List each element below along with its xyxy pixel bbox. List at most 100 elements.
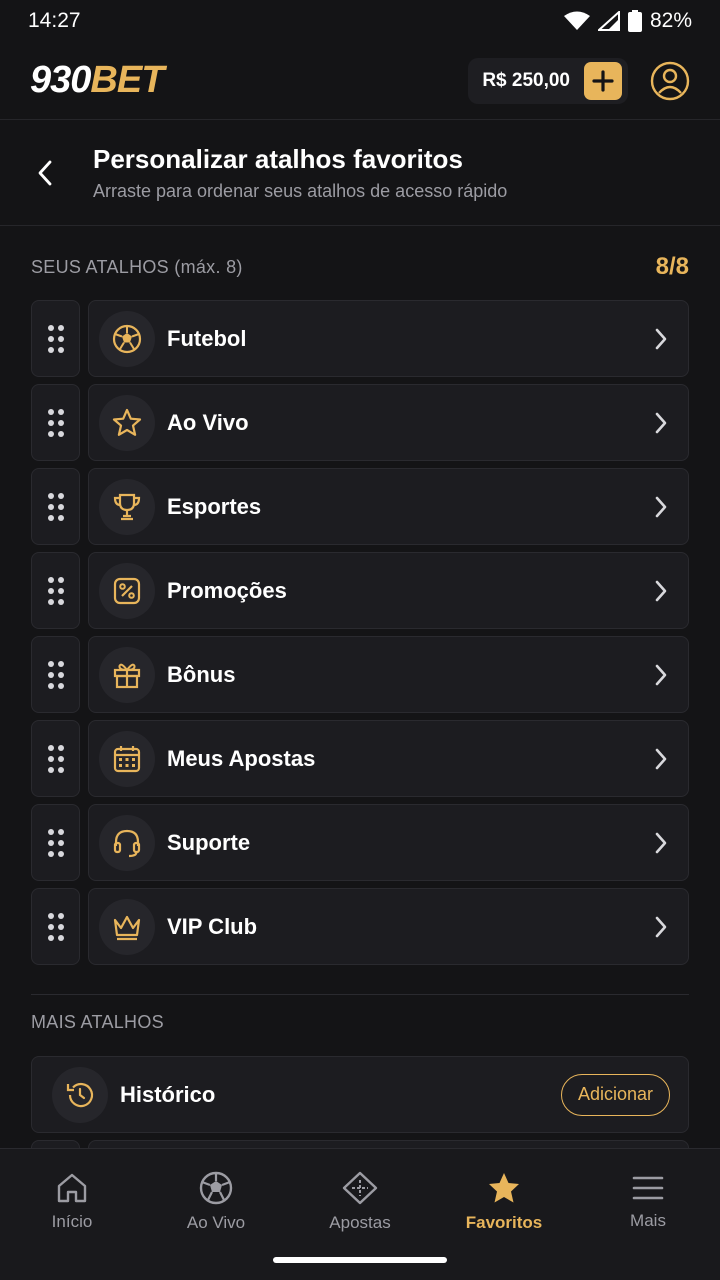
percent-icon: [113, 577, 141, 604]
drag-dots-icon: [47, 576, 64, 605]
shortcut-row-meus-apostas: Meus Apostas: [31, 720, 689, 797]
battery-level: 82%: [649, 9, 692, 32]
more-section-label: MAIS ATALHOS: [31, 1012, 164, 1032]
shortcut-row-bonus: Bônus: [31, 636, 689, 713]
nav-label: Mais: [630, 1211, 666, 1230]
shortcut-label: Ao Vivo: [167, 409, 249, 435]
shortcut-label: VIP Club: [167, 913, 258, 939]
nav-item-apostas[interactable]: Apostas: [288, 1149, 432, 1249]
add-shortcut-button[interactable]: Adicionar: [560, 1073, 670, 1116]
soccer-ball-icon: [199, 1171, 233, 1205]
battery-icon: [627, 10, 642, 32]
user-icon: [650, 61, 690, 100]
drag-dots-icon: [47, 660, 64, 689]
drag-handle[interactable]: [31, 804, 80, 881]
star-icon: [112, 408, 142, 436]
drag-handle[interactable]: [31, 552, 80, 629]
shortcut-row-esportes: Esportes: [31, 468, 689, 545]
shortcut-label: Esportes: [167, 493, 262, 519]
drag-dots-icon: [47, 324, 64, 353]
chevron-right-icon: [654, 663, 668, 687]
shortcut-card[interactable]: Bônus: [88, 636, 689, 713]
drag-handle[interactable]: [31, 720, 80, 797]
shortcut-row-vip-club: VIP Club: [31, 888, 689, 965]
icon-badge: [99, 646, 155, 703]
crown-icon: [113, 915, 141, 940]
drag-dots-icon: [47, 828, 64, 857]
plus-icon: [592, 69, 614, 92]
status-icons: 82%: [563, 9, 692, 33]
shortcut-card[interactable]: Meus Apostas: [88, 720, 689, 797]
nav-item-mais[interactable]: Mais: [576, 1149, 720, 1249]
shortcut-label: Futebol: [167, 325, 247, 351]
drag-handle[interactable]: [31, 888, 80, 965]
star-icon: [489, 1173, 519, 1203]
balance-widget[interactable]: R$ 250,00: [468, 57, 628, 104]
nav-item-favoritos[interactable]: Favoritos: [432, 1149, 576, 1249]
favorites-section-label: SEUS ATALHOS (máx. 8): [31, 256, 243, 277]
nav-label: Ao Vivo: [186, 1213, 246, 1232]
page-title: Personalizar atalhos favoritos: [93, 144, 463, 174]
chevron-right-icon: [654, 747, 668, 771]
drag-handle[interactable]: [31, 636, 80, 713]
logo-bet: BET: [90, 59, 164, 101]
chevron-right-icon: [654, 579, 668, 603]
icon-badge: [52, 1066, 108, 1123]
nav-item-inicio[interactable]: Início: [0, 1149, 144, 1249]
icon-badge: [99, 394, 155, 451]
home-indicator[interactable]: [273, 1257, 447, 1263]
shortcut-card[interactable]: Esportes: [88, 468, 689, 545]
favorites-list: Futebol Ao Vivo Esportes Promoções Bônus…: [31, 300, 689, 972]
nav-label: Favoritos: [465, 1213, 543, 1232]
nav-label: Início: [51, 1212, 93, 1231]
home-icon: [57, 1173, 87, 1203]
deposit-button[interactable]: [584, 61, 622, 100]
calendar-icon: [113, 745, 141, 772]
chevron-left-icon: [38, 160, 52, 186]
status-time: 14:27: [28, 9, 81, 32]
nav-label: Apostas: [329, 1213, 391, 1232]
back-button[interactable]: [0, 121, 90, 225]
shortcut-card[interactable]: Promoções: [88, 552, 689, 629]
drag-handle[interactable]: [31, 384, 80, 461]
drag-dots-icon: [47, 912, 64, 941]
shortcut-label: Meus Apostas: [167, 745, 316, 771]
soccer-ball-icon: [112, 324, 142, 353]
shortcut-row-promocoes: Promoções: [31, 552, 689, 629]
shortcut-card[interactable]: Suporte: [88, 804, 689, 881]
shortcut-label: Promoções: [167, 577, 287, 603]
shortcut-card[interactable]: VIP Club: [88, 888, 689, 965]
drag-dots-icon: [47, 744, 64, 773]
drag-dots-icon: [47, 408, 64, 437]
ticket-icon: [342, 1171, 378, 1205]
shortcut-card[interactable]: Futebol: [88, 300, 689, 377]
drag-dots-icon: [47, 492, 64, 521]
shortcut-row-suporte: Suporte: [31, 804, 689, 881]
app-header: 930BET R$ 250,00: [0, 42, 720, 120]
brand-logo[interactable]: 930BET: [30, 59, 164, 102]
shortcut-card[interactable]: Ao Vivo: [88, 384, 689, 461]
profile-button[interactable]: [650, 61, 690, 101]
nav-item-ao-vivo[interactable]: Ao Vivo: [144, 1149, 288, 1249]
icon-badge: [99, 310, 155, 367]
wifi-icon: [563, 11, 590, 30]
shortcut-label: Histórico: [120, 1081, 216, 1107]
page-header: Personalizar atalhos favoritos Arraste p…: [0, 121, 720, 226]
drag-handle[interactable]: [31, 468, 80, 545]
chevron-right-icon: [654, 327, 668, 351]
icon-badge: [99, 898, 155, 955]
shortcut-row-futebol: Futebol: [31, 300, 689, 377]
chevron-right-icon: [654, 831, 668, 855]
chevron-right-icon: [654, 495, 668, 519]
shortcut-label: Bônus: [167, 661, 236, 687]
logo-number: 930: [30, 59, 91, 101]
icon-badge: [99, 478, 155, 535]
balance-amount: R$ 250,00: [482, 69, 570, 91]
chevron-right-icon: [654, 411, 668, 435]
section-divider: [31, 994, 689, 995]
favorites-section-header: SEUS ATALHOS (máx. 8) 8/8: [31, 248, 689, 286]
history-icon: [66, 1082, 94, 1107]
icon-badge: [99, 730, 155, 787]
more-shortcut-historico[interactable]: Histórico Adicionar: [31, 1056, 689, 1133]
drag-handle[interactable]: [31, 300, 80, 377]
